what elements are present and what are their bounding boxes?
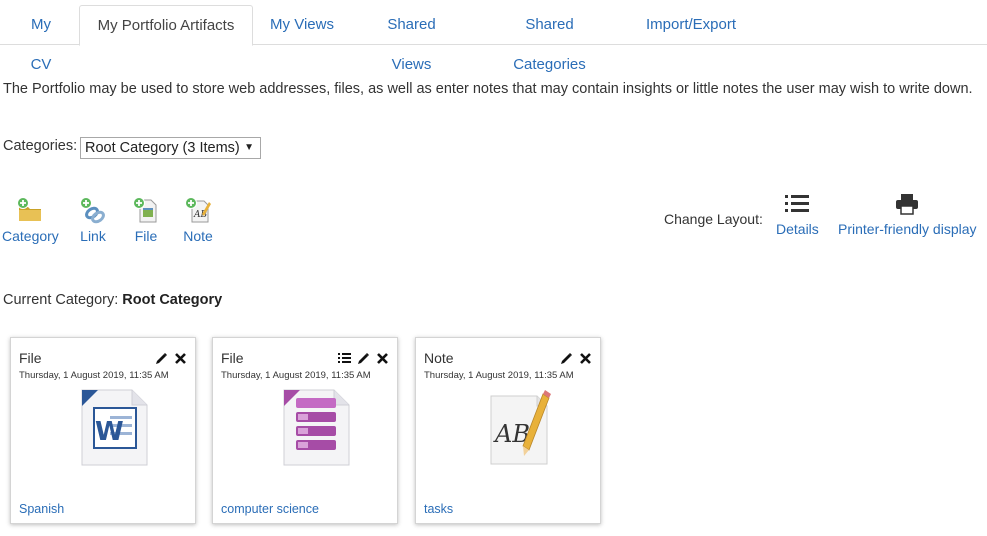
details-layout-button[interactable]: Details	[776, 193, 819, 237]
artifact-card: File Thursday, 1 August 2019, 11:35 AM W…	[10, 337, 196, 524]
tab-shared-categories[interactable]: Shared Categories	[489, 5, 610, 73]
current-category-label: Current Category:	[3, 292, 119, 308]
artifact-title-link[interactable]: Spanish	[19, 502, 64, 516]
printer-friendly-label: Printer-friendly display	[838, 221, 977, 237]
artifact-date: Thursday, 1 August 2019, 11:35 AM	[19, 370, 169, 381]
artifact-card: File Thursday, 1 August 2019, 11:35 AM c…	[212, 337, 398, 524]
artifact-date: Thursday, 1 August 2019, 11:35 AM	[221, 370, 371, 381]
word-document-icon: W	[74, 388, 152, 468]
tab-my-portfolio-artifacts[interactable]: My Portfolio Artifacts	[79, 5, 253, 46]
edit-icon[interactable]	[155, 352, 168, 365]
categories-row: Categories: Root Category (3 Items) ▼	[3, 137, 261, 159]
change-layout-label: Change Layout:	[664, 211, 763, 227]
artifact-type: File	[221, 350, 244, 366]
svg-text:W: W	[95, 417, 124, 447]
categories-select-value: Root Category (3 Items)	[85, 140, 240, 156]
artifact-actions	[560, 352, 592, 366]
printer-friendly-button[interactable]: Printer-friendly display	[838, 193, 977, 237]
printer-icon	[895, 194, 918, 215]
list-icon	[785, 195, 809, 212]
artifact-actions	[338, 352, 389, 366]
add-file-label: File	[134, 228, 158, 244]
edit-icon[interactable]	[560, 352, 573, 365]
tab-shared-views[interactable]: Shared Views	[367, 5, 456, 73]
edit-icon[interactable]	[357, 352, 370, 365]
artifact-actions	[155, 352, 187, 366]
current-category: Current Category: Root Category	[3, 292, 222, 308]
add-note-label: Note	[183, 228, 213, 244]
delete-icon[interactable]	[579, 352, 592, 365]
artifact-title-link[interactable]: tasks	[424, 502, 453, 516]
artifact-type: Note	[424, 350, 454, 366]
categories-select[interactable]: Root Category (3 Items) ▼	[80, 137, 261, 159]
tab-import-export[interactable]: Import/Export	[644, 5, 738, 45]
add-link-label: Link	[80, 228, 106, 244]
add-link-button[interactable]: Link	[77, 196, 109, 244]
database-document-icon	[276, 388, 354, 468]
tab-my-views[interactable]: My Views	[270, 5, 334, 45]
current-category-value: Root Category	[122, 292, 223, 308]
categories-label: Categories:	[3, 138, 78, 154]
delete-icon[interactable]	[376, 352, 389, 365]
details-label: Details	[776, 221, 819, 237]
details-icon[interactable]	[338, 352, 351, 365]
add-note-button[interactable]: AB Note	[182, 196, 214, 244]
add-link-icon	[79, 196, 107, 224]
artifact-card: Note Thursday, 1 August 2019, 11:35 AM A…	[415, 337, 601, 524]
delete-icon[interactable]	[174, 352, 187, 365]
add-folder-icon	[16, 196, 44, 224]
add-file-icon	[132, 196, 160, 224]
tab-bar: My CV My Portfolio Artifacts My Views Sh…	[0, 5, 987, 73]
artifact-date: Thursday, 1 August 2019, 11:35 AM	[424, 370, 574, 381]
add-category-label: Category	[2, 228, 59, 244]
artifact-type: File	[19, 350, 42, 366]
artifact-title-link[interactable]: computer science	[221, 502, 319, 516]
add-file-button[interactable]: File	[131, 196, 161, 244]
dropdown-arrow-icon: ▼	[244, 142, 254, 153]
add-category-button[interactable]: Category	[2, 196, 59, 244]
intro-text: The Portfolio may be used to store web a…	[3, 81, 973, 97]
add-note-icon: AB	[184, 196, 212, 224]
note-document-icon: AB	[479, 388, 557, 468]
tab-my-cv[interactable]: My CV	[19, 5, 63, 73]
